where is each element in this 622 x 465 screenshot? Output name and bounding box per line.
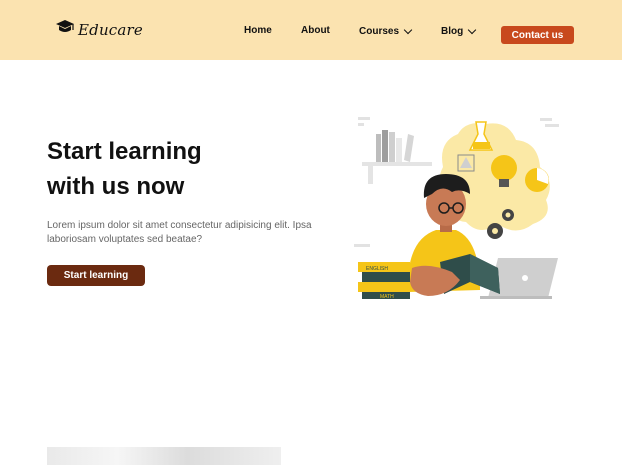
nav-courses-dropdown[interactable]: Courses <box>359 25 413 37</box>
book-label-english: ENGLISH <box>366 266 388 272</box>
site-header: Educare Home About Courses Blog Contact … <box>0 0 622 60</box>
nav-blog-label: Blog <box>441 26 464 37</box>
nav-home-label: Home <box>244 25 272 36</box>
nav-about[interactable]: About <box>301 25 330 36</box>
nav-courses-label: Courses <box>359 26 400 37</box>
hero-illustration: ENGLISH MATH <box>348 112 563 307</box>
nav-blog-dropdown[interactable]: Blog <box>441 25 477 37</box>
brand-name: Educare <box>78 20 144 39</box>
course-image-thumbnail <box>47 447 281 465</box>
contact-us-button[interactable]: Contact us <box>501 26 574 44</box>
hero-title-line1: Start learning <box>47 138 202 165</box>
nav-home[interactable]: Home <box>244 25 272 36</box>
hero-title-line2: with us now <box>47 173 185 200</box>
chevron-down-icon <box>467 25 477 34</box>
hero-title: Start learning with us now <box>47 134 327 204</box>
start-learning-button[interactable]: Start learning <box>47 265 145 286</box>
nav-about-label: About <box>301 25 330 36</box>
graduation-cap-icon <box>55 19 75 40</box>
hero-description: Lorem ipsum dolor sit amet consectetur a… <box>47 220 312 245</box>
brand-logo[interactable]: Educare <box>55 19 143 40</box>
chevron-down-icon <box>403 25 413 34</box>
book-label-math: MATH <box>380 294 394 300</box>
